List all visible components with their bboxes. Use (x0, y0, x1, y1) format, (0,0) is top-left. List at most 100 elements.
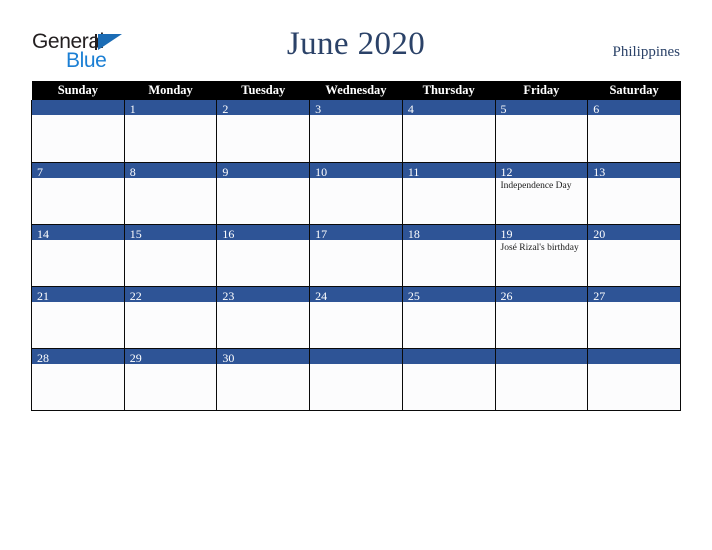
holiday-event-label: José Rizal's birthday (500, 242, 579, 253)
weekday-header-row: Sunday Monday Tuesday Wednesday Thursday… (31, 81, 681, 100)
day-number-bar (495, 348, 588, 364)
country-label: Philippines (612, 44, 680, 60)
day-number-bar: 21 (32, 286, 124, 303)
page-title: June 2020 (286, 26, 426, 62)
calendar-day-cell[interactable]: 27 (587, 286, 681, 349)
day-number: 8 (129, 164, 136, 179)
calendar-day-cell[interactable]: 12 Independence Day (494, 162, 589, 225)
day-number: 11 (407, 164, 420, 179)
day-number-bar: 10 (310, 162, 402, 179)
day-cell-inner (310, 348, 402, 410)
day-cell-inner: 26 (495, 286, 588, 348)
calendar-day-cell[interactable]: 18 (401, 224, 496, 287)
calendar-day-cell[interactable]: 4 (401, 100, 496, 163)
calendar-day-cell[interactable]: 16 (216, 224, 311, 287)
calendar-day-cell[interactable]: 6 (587, 100, 681, 163)
day-cell-inner: 3 (310, 100, 402, 162)
day-number: 19 (500, 226, 513, 241)
day-cell-inner: 4 (402, 100, 495, 162)
day-number-bar: 20 (588, 224, 680, 241)
calendar-day-cell[interactable]: 20 (587, 224, 681, 287)
day-number: 23 (222, 288, 235, 303)
day-number: 21 (37, 288, 49, 303)
day-number: 22 (129, 288, 142, 303)
day-cell-inner: 11 (402, 162, 495, 224)
day-number-bar: 4 (402, 100, 495, 116)
calendar-day-cell[interactable]: 5 (494, 100, 589, 163)
day-cell-inner: 20 (588, 224, 680, 286)
day-number-bar: 27 (588, 286, 680, 303)
day-number: 28 (37, 350, 49, 365)
calendar-day-cell[interactable]: 21 (31, 286, 125, 349)
calendar-empty-cell[interactable] (401, 348, 496, 411)
calendar-empty-cell[interactable] (309, 348, 403, 411)
calendar-day-cell[interactable]: 26 (494, 286, 589, 349)
day-number: 13 (593, 164, 606, 179)
day-cell-inner: 30 (217, 348, 310, 410)
calendar-empty-cell[interactable] (31, 100, 125, 163)
calendar-day-cell[interactable]: 30 (216, 348, 311, 411)
calendar-day-cell[interactable]: 17 (309, 224, 403, 287)
page-header: General Blue June 2020 Philippines (0, 0, 712, 80)
day-number: 5 (500, 102, 507, 116)
day-number-bar (588, 348, 680, 364)
day-number: 25 (407, 288, 420, 303)
day-number-bar: 3 (310, 100, 402, 116)
calendar-day-cell[interactable]: 9 (216, 162, 311, 225)
day-cell-inner: 22 (124, 286, 217, 348)
calendar-day-cell[interactable]: 19 José Rizal's birthday (494, 224, 589, 287)
day-events: Independence Day (496, 178, 588, 192)
calendar-day-cell[interactable]: 10 (309, 162, 403, 225)
day-cell-inner: 9 (217, 162, 310, 224)
day-number: 16 (222, 226, 235, 241)
day-events: José Rizal's birthday (496, 240, 588, 254)
day-number: 4 (407, 102, 414, 116)
day-cell-inner: 7 (32, 162, 124, 224)
calendar-day-cell[interactable]: 1 (123, 100, 218, 163)
day-number-bar: 12 (495, 162, 588, 179)
calendar-day-cell[interactable]: 3 (309, 100, 403, 163)
day-cell-inner: 16 (217, 224, 310, 286)
calendar-day-cell[interactable]: 7 (31, 162, 125, 225)
calendar-day-cell[interactable]: 11 (401, 162, 496, 225)
day-number-bar: 15 (124, 224, 217, 241)
day-cell-inner (588, 348, 680, 410)
day-number-bar: 1 (124, 100, 217, 116)
calendar-day-cell[interactable]: 25 (401, 286, 496, 349)
day-number-bar: 11 (402, 162, 495, 179)
day-cell-inner: 6 (588, 100, 680, 162)
calendar-day-cell[interactable]: 14 (31, 224, 125, 287)
calendar-day-cell[interactable]: 13 (587, 162, 681, 225)
day-number-bar: 13 (588, 162, 680, 179)
calendar-day-cell[interactable]: 22 (123, 286, 218, 349)
day-cell-inner: 8 (124, 162, 217, 224)
calendar-day-cell[interactable]: 29 (123, 348, 218, 411)
calendar-empty-cell[interactable] (587, 348, 681, 411)
weekday-header-tuesday: Tuesday (216, 81, 310, 100)
day-number-bar: 7 (32, 162, 124, 179)
calendar-day-cell[interactable]: 15 (123, 224, 218, 287)
calendar-day-cell[interactable]: 2 (216, 100, 311, 163)
calendar-day-cell[interactable]: 24 (309, 286, 403, 349)
day-cell-inner (402, 348, 495, 410)
day-cell-inner: 13 (588, 162, 680, 224)
weekday-header-thursday: Thursday (402, 81, 496, 100)
day-number-bar: 19 (495, 224, 588, 241)
day-cell-inner: 5 (495, 100, 588, 162)
calendar-day-cell[interactable]: 8 (123, 162, 218, 225)
day-cell-inner: 10 (310, 162, 402, 224)
day-number: 17 (315, 226, 328, 241)
day-number-bar: 8 (124, 162, 217, 179)
day-number: 14 (37, 226, 49, 241)
calendar-week-row: 28 29 30 (31, 348, 681, 411)
day-cell-inner: 24 (310, 286, 402, 348)
day-number-bar: 29 (124, 348, 217, 365)
day-number-bar: 28 (32, 348, 124, 365)
day-cell-inner: 29 (124, 348, 217, 410)
calendar-empty-cell[interactable] (494, 348, 589, 411)
day-number-bar (310, 348, 402, 364)
calendar-day-cell[interactable]: 28 (31, 348, 125, 411)
day-number: 2 (222, 102, 229, 116)
day-number-bar: 18 (402, 224, 495, 241)
calendar-day-cell[interactable]: 23 (216, 286, 311, 349)
